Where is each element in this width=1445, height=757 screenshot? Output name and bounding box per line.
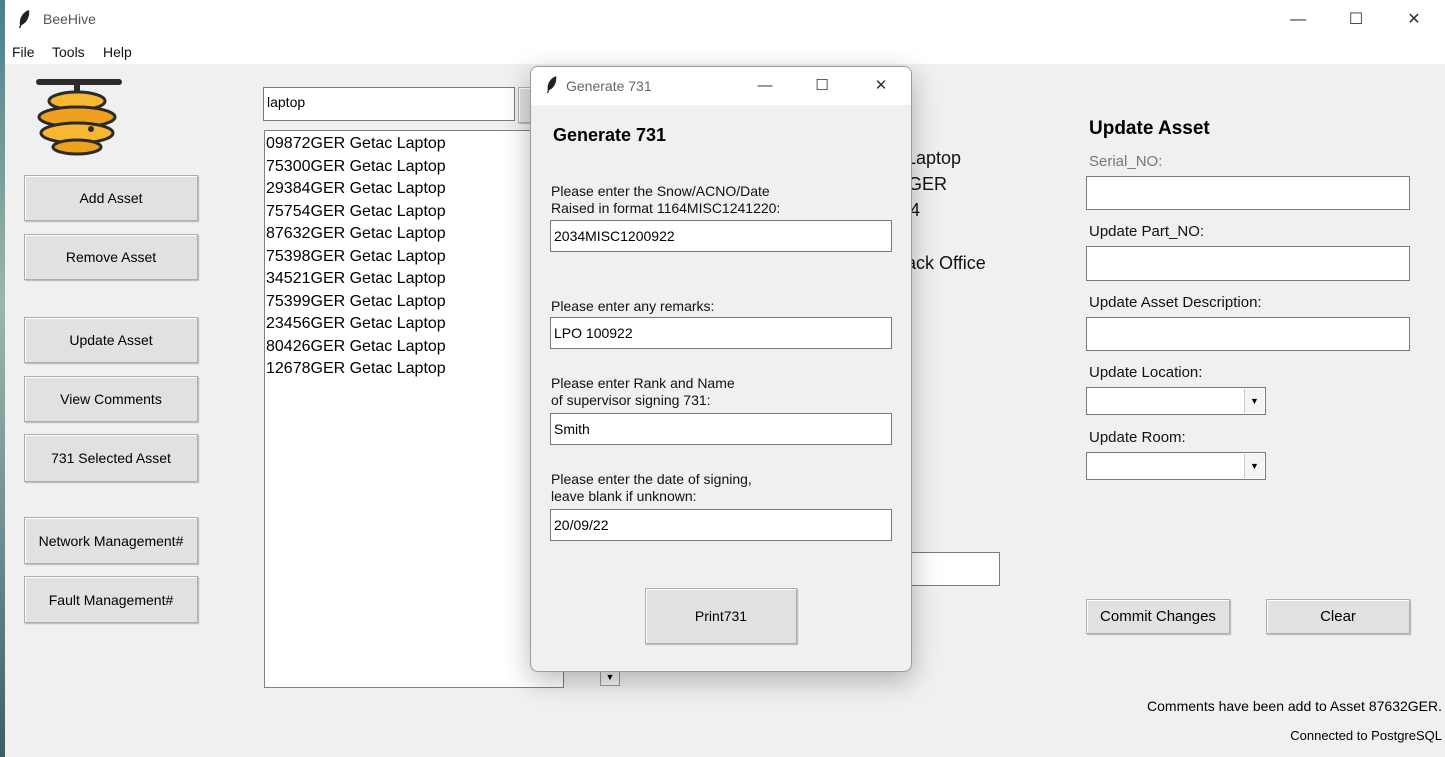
list-item[interactable]: 12678GER Getac Laptop: [266, 358, 563, 381]
add-asset-button[interactable]: Add Asset: [24, 175, 198, 221]
close-icon[interactable]: ✕: [858, 72, 904, 100]
detail-part: GER: [908, 174, 948, 194]
list-item[interactable]: 29384GER Getac Laptop: [266, 178, 563, 201]
detail-description: Laptop: [906, 148, 962, 168]
window-title: BeeHive: [43, 11, 96, 27]
description-label: Update Asset Description:: [1089, 294, 1262, 311]
description-input[interactable]: [1086, 317, 1410, 351]
list-item[interactable]: 75300GER Getac Laptop: [266, 156, 563, 179]
dialog-titlebar[interactable]: Generate 731 — ☐ ✕: [531, 67, 911, 105]
search-input[interactable]: laptop: [263, 87, 515, 121]
clear-button[interactable]: Clear: [1266, 599, 1410, 634]
location-label: Update Location:: [1089, 364, 1203, 381]
list-item[interactable]: 80426GER Getac Laptop: [266, 336, 563, 359]
connection-status: Connected to PostgreSQL: [1290, 728, 1442, 743]
list-item[interactable]: 23456GER Getac Laptop: [266, 313, 563, 336]
part-input[interactable]: [1086, 246, 1410, 281]
rank-label: Please enter Rank and Name of supervisor…: [551, 375, 735, 408]
remarks-input[interactable]: LPO 100922: [550, 317, 892, 349]
date-label: Please enter the date of signing, leave …: [551, 471, 752, 504]
selected-731-button[interactable]: 731 Selected Asset: [24, 434, 198, 482]
list-item[interactable]: 87632GER Getac Laptop: [266, 223, 563, 246]
maximize-icon[interactable]: ☐: [1333, 6, 1379, 34]
list-item[interactable]: 75399GER Getac Laptop: [266, 291, 563, 314]
room-label: Update Room:: [1089, 429, 1186, 446]
list-item[interactable]: 75398GER Getac Laptop: [266, 246, 563, 269]
commit-changes-button[interactable]: Commit Changes: [1086, 599, 1230, 634]
asset-listbox[interactable]: 09872GER Getac Laptop 75300GER Getac Lapt…: [264, 130, 564, 688]
chevron-down-icon[interactable]: ▼: [1244, 454, 1264, 478]
serial-label: Serial_NO:: [1089, 153, 1163, 170]
feather-app-icon: [17, 9, 31, 34]
menu-bar: File Tools Help: [5, 40, 1445, 64]
main-titlebar[interactable]: BeeHive — ☐ ✕: [5, 0, 1445, 40]
close-icon[interactable]: ✕: [1391, 6, 1437, 34]
dialog-title: Generate 731: [566, 78, 652, 94]
update-asset-button[interactable]: Update Asset: [24, 317, 198, 363]
snow-label: Please enter the Snow/ACNO/Date Raised i…: [551, 183, 781, 216]
maximize-icon[interactable]: ☐: [799, 72, 845, 100]
date-input[interactable]: 20/09/22: [550, 509, 892, 541]
comment-input[interactable]: [900, 552, 1000, 586]
menu-help[interactable]: Help: [103, 44, 132, 60]
beehive-logo-icon: [34, 76, 124, 161]
detail-location: ack Office: [906, 253, 986, 273]
menu-file[interactable]: File: [12, 44, 35, 60]
list-item[interactable]: 75754GER Getac Laptop: [266, 201, 563, 224]
generate-731-dialog: Generate 731 — ☐ ✕ Generate 731 Please e…: [530, 66, 912, 672]
fault-management-button[interactable]: Fault Management#: [24, 576, 198, 623]
network-management-button[interactable]: Network Management#: [24, 517, 198, 564]
dialog-heading: Generate 731: [553, 125, 667, 145]
remove-asset-button[interactable]: Remove Asset: [24, 234, 198, 280]
view-comments-button[interactable]: View Comments: [24, 376, 198, 422]
location-combobox[interactable]: ▼: [1086, 387, 1266, 415]
room-combobox[interactable]: ▼: [1086, 452, 1266, 480]
update-panel-title: Update Asset: [1089, 118, 1210, 139]
feather-app-icon: [545, 75, 558, 99]
remarks-label: Please enter any remarks:: [551, 298, 715, 314]
status-message: Comments have been add to Asset 87632GER…: [1147, 698, 1442, 714]
menu-tools[interactable]: Tools: [52, 44, 85, 60]
chevron-down-icon[interactable]: ▼: [1244, 389, 1264, 413]
serial-input[interactable]: [1086, 176, 1410, 210]
snow-input[interactable]: 2034MISC1200922: [550, 220, 892, 252]
minimize-icon[interactable]: —: [1275, 6, 1321, 34]
rank-input[interactable]: Smith: [550, 413, 892, 445]
list-item[interactable]: 34521GER Getac Laptop: [266, 268, 563, 291]
print-731-button[interactable]: Print731: [645, 588, 797, 644]
minimize-icon[interactable]: —: [742, 72, 788, 100]
part-label: Update Part_NO:: [1089, 223, 1205, 240]
list-item[interactable]: 09872GER Getac Laptop: [266, 133, 563, 156]
